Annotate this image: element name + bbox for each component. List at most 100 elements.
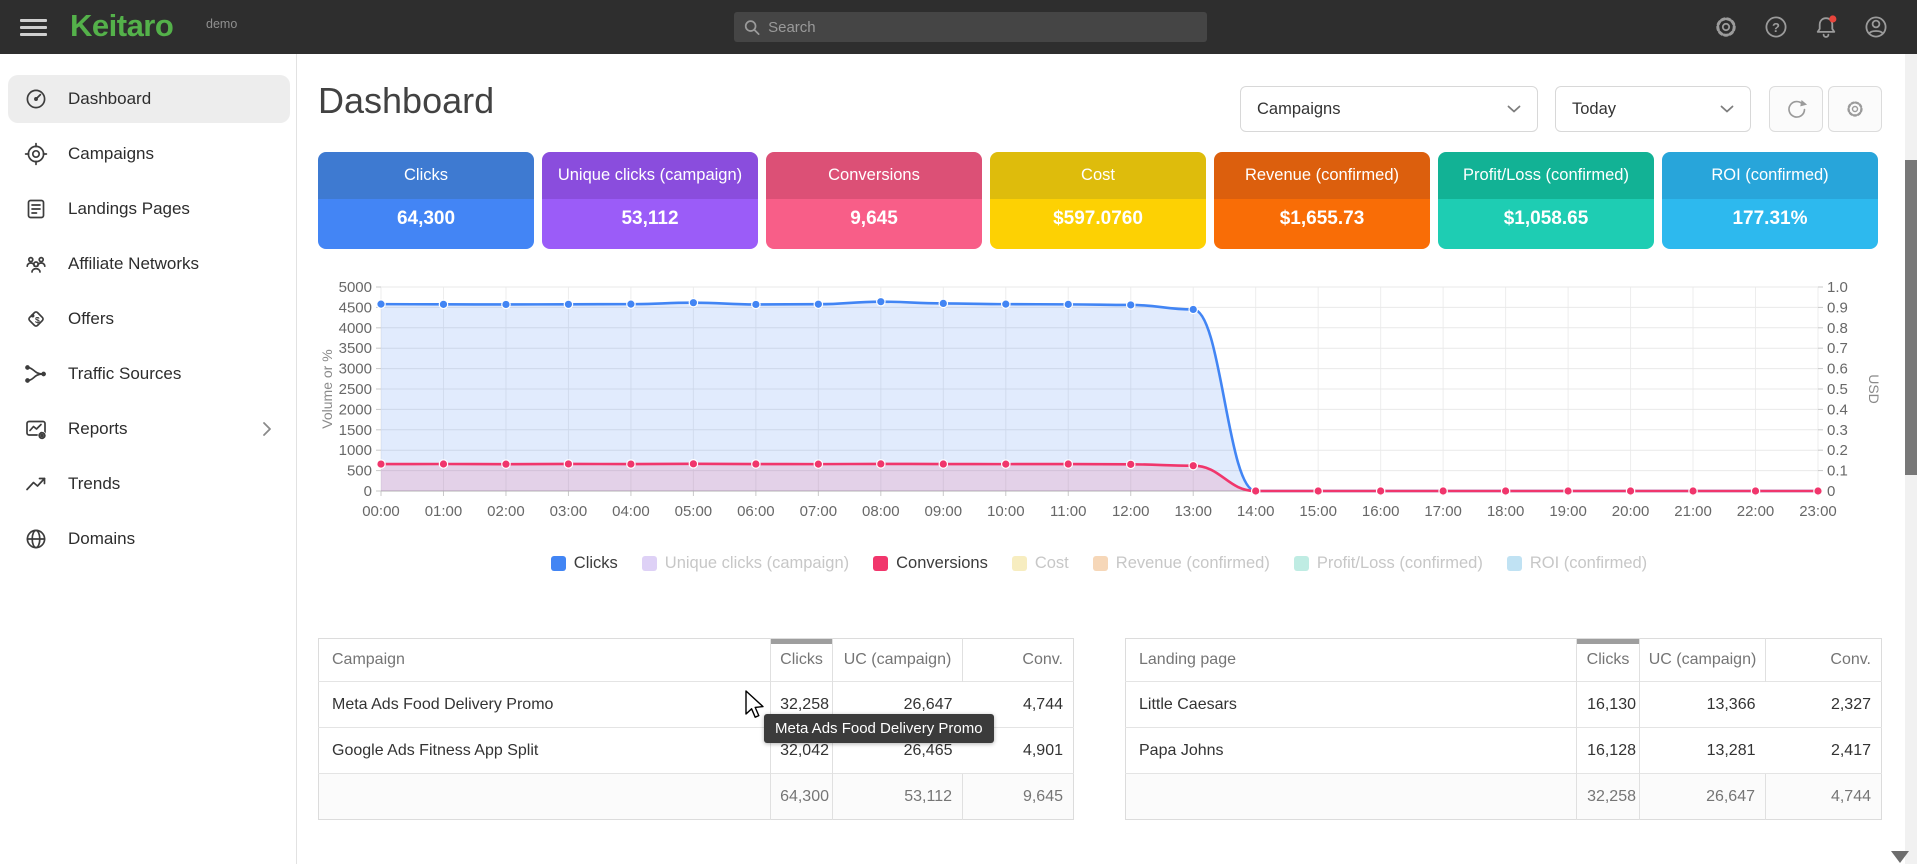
dashboard-page: Keitaro demo ? <box>0 0 1917 864</box>
brand-logo[interactable]: Keitaro <box>70 8 173 44</box>
legend-item-revenue[interactable]: Revenue (confirmed) <box>1093 554 1270 573</box>
legend-item-unique-clicks[interactable]: Unique clicks (campaign) <box>642 554 849 573</box>
column-header-clicks-sorted[interactable]: Clicks <box>1577 639 1640 682</box>
trend-up-icon <box>24 472 48 496</box>
metric-card-roi[interactable]: ROI (confirmed) 177.31% <box>1662 152 1878 249</box>
metric-card-label: Profit/Loss (confirmed) <box>1438 152 1654 199</box>
help-icon[interactable]: ? <box>1762 13 1790 41</box>
metric-card-value: $1,058.65 <box>1438 199 1654 249</box>
search-icon <box>744 19 760 36</box>
scrollbar-thumb[interactable] <box>1905 160 1917 475</box>
metric-card-value: 9,645 <box>766 199 982 249</box>
svg-text:0.9: 0.9 <box>1827 299 1848 316</box>
svg-text:0.5: 0.5 <box>1827 381 1848 398</box>
legend-item-clicks[interactable]: Clicks <box>551 554 618 573</box>
sidebar-item-landings-pages[interactable]: Landings Pages <box>8 185 290 233</box>
svg-text:0: 0 <box>1827 483 1835 500</box>
pages-icon <box>24 197 48 221</box>
legend-swatch <box>642 556 657 571</box>
campaigns-filter-select[interactable]: Campaigns <box>1240 86 1538 132</box>
search-input[interactable] <box>768 19 1197 36</box>
metric-card-revenue[interactable]: Revenue (confirmed) $1,655.73 <box>1214 152 1430 249</box>
gauge-icon <box>24 87 48 111</box>
landing-page-name[interactable]: Papa Johns <box>1126 728 1577 774</box>
metric-card-clicks[interactable]: Clicks 64,300 <box>318 152 534 249</box>
chevron-down-icon <box>1720 105 1734 113</box>
campaign-name[interactable]: Google Ads Fitness App Split <box>319 728 771 774</box>
column-header-landing-page[interactable]: Landing page <box>1126 639 1577 682</box>
sidebar-item-campaigns[interactable]: Campaigns <box>8 130 290 178</box>
sidebar-item-affiliate-networks[interactable]: Affiliate Networks <box>8 240 290 288</box>
notifications-bell-icon[interactable] <box>1812 13 1840 41</box>
gear-icon[interactable] <box>1712 13 1740 41</box>
svg-text:03:00: 03:00 <box>550 503 588 520</box>
chevron-right-icon <box>262 421 272 437</box>
dashboard-settings-button[interactable] <box>1828 86 1882 132</box>
column-header-clicks-sorted[interactable]: Clicks <box>771 639 833 682</box>
legend-item-roi[interactable]: ROI (confirmed) <box>1507 554 1647 573</box>
svg-text:20:00: 20:00 <box>1612 503 1650 520</box>
legend-item-cost[interactable]: Cost <box>1012 554 1069 573</box>
landing-page-name[interactable]: Little Caesars <box>1126 682 1577 728</box>
column-header-conv[interactable]: Conv. <box>963 639 1074 682</box>
table-total-row: 32,258 26,647 4,744 <box>1126 774 1882 820</box>
notification-dot <box>1829 15 1836 22</box>
sidebar-item-dashboard[interactable]: Dashboard <box>8 75 290 123</box>
sidebar-item-trends[interactable]: Trends <box>8 460 290 508</box>
refresh-button[interactable] <box>1769 86 1823 132</box>
column-header-campaign[interactable]: Campaign <box>319 639 771 682</box>
table-header-row: Campaign Clicks UC (campaign) Conv. <box>319 639 1074 682</box>
legend-swatch <box>1093 556 1108 571</box>
svg-text:0: 0 <box>364 483 372 500</box>
svg-text:11:00: 11:00 <box>1050 503 1086 520</box>
sidebar-item-domains[interactable]: Domains <box>8 515 290 563</box>
global-search[interactable] <box>734 12 1207 42</box>
sort-indicator <box>1577 639 1640 644</box>
metric-card-cost[interactable]: Cost $597.0760 <box>990 152 1206 249</box>
brand-env-label: demo <box>206 17 237 31</box>
svg-text:19:00: 19:00 <box>1549 503 1587 520</box>
column-header-uc[interactable]: UC (campaign) <box>833 639 963 682</box>
svg-text:15:00: 15:00 <box>1299 503 1337 520</box>
metric-card-profit-loss[interactable]: Profit/Loss (confirmed) $1,058.65 <box>1438 152 1654 249</box>
svg-text:3500: 3500 <box>339 340 372 357</box>
legend-item-conversions[interactable]: Conversions <box>873 554 988 573</box>
legend-swatch <box>1294 556 1309 571</box>
report-chart-icon <box>24 417 48 441</box>
column-header-conv[interactable]: Conv. <box>1766 639 1882 682</box>
sidebar-item-offers[interactable]: $ Offers <box>8 295 290 343</box>
sidebar-item-reports[interactable]: Reports <box>8 405 290 453</box>
sidebar-item-label: Reports <box>68 419 128 439</box>
refresh-icon <box>1784 97 1808 121</box>
metric-card-label: ROI (confirmed) <box>1662 152 1878 199</box>
sidebar-item-label: Landings Pages <box>68 199 190 219</box>
svg-text:2000: 2000 <box>339 401 372 418</box>
sidebar-item-label: Traffic Sources <box>68 364 181 384</box>
gear-icon <box>1844 98 1866 120</box>
globe-icon <box>24 527 48 551</box>
svg-text:3000: 3000 <box>339 361 372 378</box>
campaign-name[interactable]: Meta Ads Food Delivery Promo <box>319 682 771 728</box>
period-filter-select[interactable]: Today <box>1555 86 1751 132</box>
svg-text:08:00: 08:00 <box>862 503 900 520</box>
scroll-down-arrow-icon[interactable] <box>1891 851 1909 863</box>
svg-text:02:00: 02:00 <box>487 503 525 520</box>
sidebar-item-traffic-sources[interactable]: Traffic Sources <box>8 350 290 398</box>
metric-card-value: 64,300 <box>318 199 534 249</box>
chart-plot-area: 00:0001:0002:0003:0004:0005:0006:0007:00… <box>318 268 1880 530</box>
legend-swatch <box>551 556 566 571</box>
svg-text:12:00: 12:00 <box>1112 503 1150 520</box>
svg-text:14:00: 14:00 <box>1237 503 1275 520</box>
legend-item-profit-loss[interactable]: Profit/Loss (confirmed) <box>1294 554 1483 573</box>
svg-text:0.4: 0.4 <box>1827 401 1848 418</box>
column-header-uc[interactable]: UC (campaign) <box>1640 639 1766 682</box>
metric-card-conversions[interactable]: Conversions 9,645 <box>766 152 982 249</box>
sidebar-item-label: Offers <box>68 309 114 329</box>
table-row[interactable]: Little Caesars 16,130 13,366 2,327 <box>1126 682 1882 728</box>
account-avatar-icon[interactable] <box>1862 13 1890 41</box>
metric-card-unique-clicks[interactable]: Unique clicks (campaign) 53,112 <box>542 152 758 249</box>
hamburger-menu-icon[interactable] <box>20 19 47 36</box>
svg-text:06:00: 06:00 <box>737 503 775 520</box>
svg-text:Volume or %: Volume or % <box>319 349 335 428</box>
table-row[interactable]: Papa Johns 16,128 13,281 2,417 <box>1126 728 1882 774</box>
